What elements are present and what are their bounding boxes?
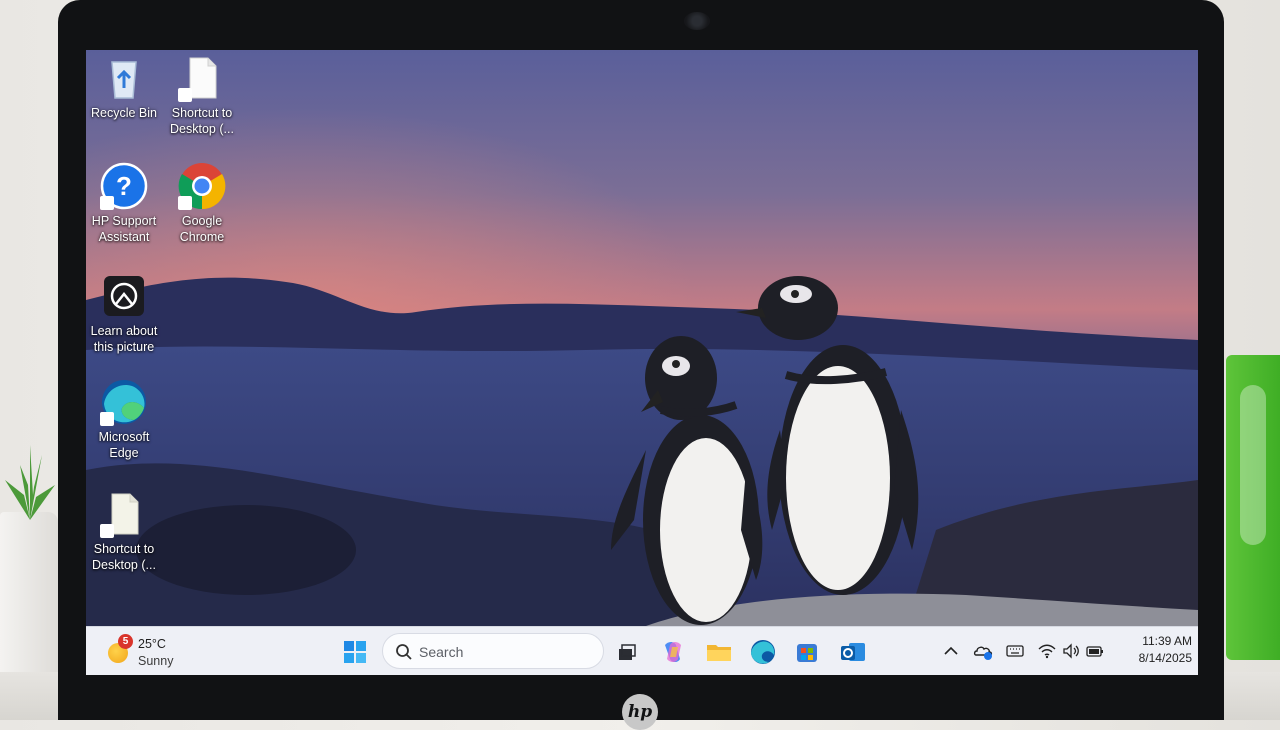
start-icon: [344, 641, 366, 663]
desktop-icon-label: Google Chrome: [179, 214, 225, 244]
weather-widget[interactable]: 5 25°C Sunny: [104, 633, 214, 671]
search-placeholder: Search: [419, 644, 464, 660]
file-shortcut-icon: [178, 54, 226, 102]
weather-condition: Sunny: [138, 654, 174, 668]
notification-badge: 5: [118, 634, 133, 649]
chrome-icon: [178, 162, 226, 210]
learn-about-picture-icon: [100, 272, 148, 320]
wallpaper-penguins: [86, 50, 1198, 626]
desktop-icon-label: Learn about this picture: [90, 324, 158, 354]
hp-support-question-icon: ?: [100, 162, 148, 210]
shortcut-arrow-icon: [178, 88, 192, 102]
file-explorer-button[interactable]: [702, 635, 736, 669]
recycle-bin-icon: [100, 54, 148, 102]
chevron-up-icon[interactable]: [940, 640, 962, 662]
clock-time: 11:39 AM: [1142, 634, 1192, 648]
outlook-icon: [841, 643, 865, 661]
desktop-icon-recycle-bin[interactable]: Recycle Bin: [86, 54, 164, 121]
file-explorer-icon: [707, 645, 731, 661]
keyboard-icon[interactable]: [1004, 640, 1026, 662]
desktop-icon-label: HP Support Assistant: [91, 214, 157, 244]
webcam: [684, 12, 710, 30]
wifi-icon[interactable]: [1036, 640, 1058, 662]
screen: Recycle Bin Shortcut to Desktop (... ? H…: [86, 50, 1198, 675]
desktop-icon-shortcut-desktop-2[interactable]: Shortcut to Desktop (...: [86, 490, 164, 573]
search-box[interactable]: Search: [382, 633, 604, 669]
battery-icon[interactable]: [1084, 640, 1106, 662]
clock-date: 8/14/2025: [1138, 651, 1192, 665]
plant: [5, 445, 55, 520]
edge-icon: [100, 378, 148, 426]
plant-pot: [0, 512, 58, 672]
start-button[interactable]: [338, 635, 372, 669]
outlook-button[interactable]: [836, 635, 870, 669]
task-view-icon: [619, 644, 636, 660]
desktop-icon-label: Recycle Bin: [91, 106, 157, 120]
desktop-icon-label: Microsoft Edge: [98, 430, 150, 460]
desktop-icon-label: Shortcut to Desktop (...: [170, 106, 234, 136]
desktop-icon-shortcut-desktop-1[interactable]: Shortcut to Desktop (...: [162, 54, 242, 137]
hp-logo: hp: [622, 694, 658, 730]
copilot-icon: [665, 642, 681, 662]
desktop-icon-google-chrome[interactable]: Google Chrome: [162, 162, 242, 245]
desktop-icon-label: Shortcut to Desktop (...: [92, 542, 156, 572]
search-icon: [396, 644, 412, 660]
clock[interactable]: 11:39 AM 8/14/2025: [1112, 633, 1192, 667]
onedrive-icon[interactable]: [972, 640, 994, 662]
edge-icon: [751, 640, 775, 664]
task-view-button[interactable]: [610, 635, 644, 669]
microsoft-store-button[interactable]: [790, 635, 824, 669]
copilot-button[interactable]: [656, 635, 690, 669]
green-box: [1226, 355, 1280, 660]
svg-text:?: ?: [116, 171, 132, 201]
desktop-icon-learn-about-picture[interactable]: Learn about this picture: [86, 272, 164, 355]
desktop-icon-hp-support-assistant[interactable]: ? HP Support Assistant: [86, 162, 164, 245]
taskbar: 5 25°C Sunny Search 11:39 AM 8/14/2025: [86, 626, 1198, 675]
shortcut-arrow-icon: [100, 524, 114, 538]
volume-icon[interactable]: [1060, 640, 1082, 662]
shortcut-arrow-icon: [100, 196, 114, 210]
edge-taskbar-button[interactable]: [746, 635, 780, 669]
shortcut-arrow-icon: [178, 196, 192, 210]
weather-temperature: 25°C: [138, 637, 166, 651]
file-shortcut-icon: [100, 490, 148, 538]
shortcut-arrow-icon: [100, 412, 114, 426]
desktop-icon-microsoft-edge[interactable]: Microsoft Edge: [86, 378, 164, 461]
microsoft-store-icon: [797, 644, 817, 662]
